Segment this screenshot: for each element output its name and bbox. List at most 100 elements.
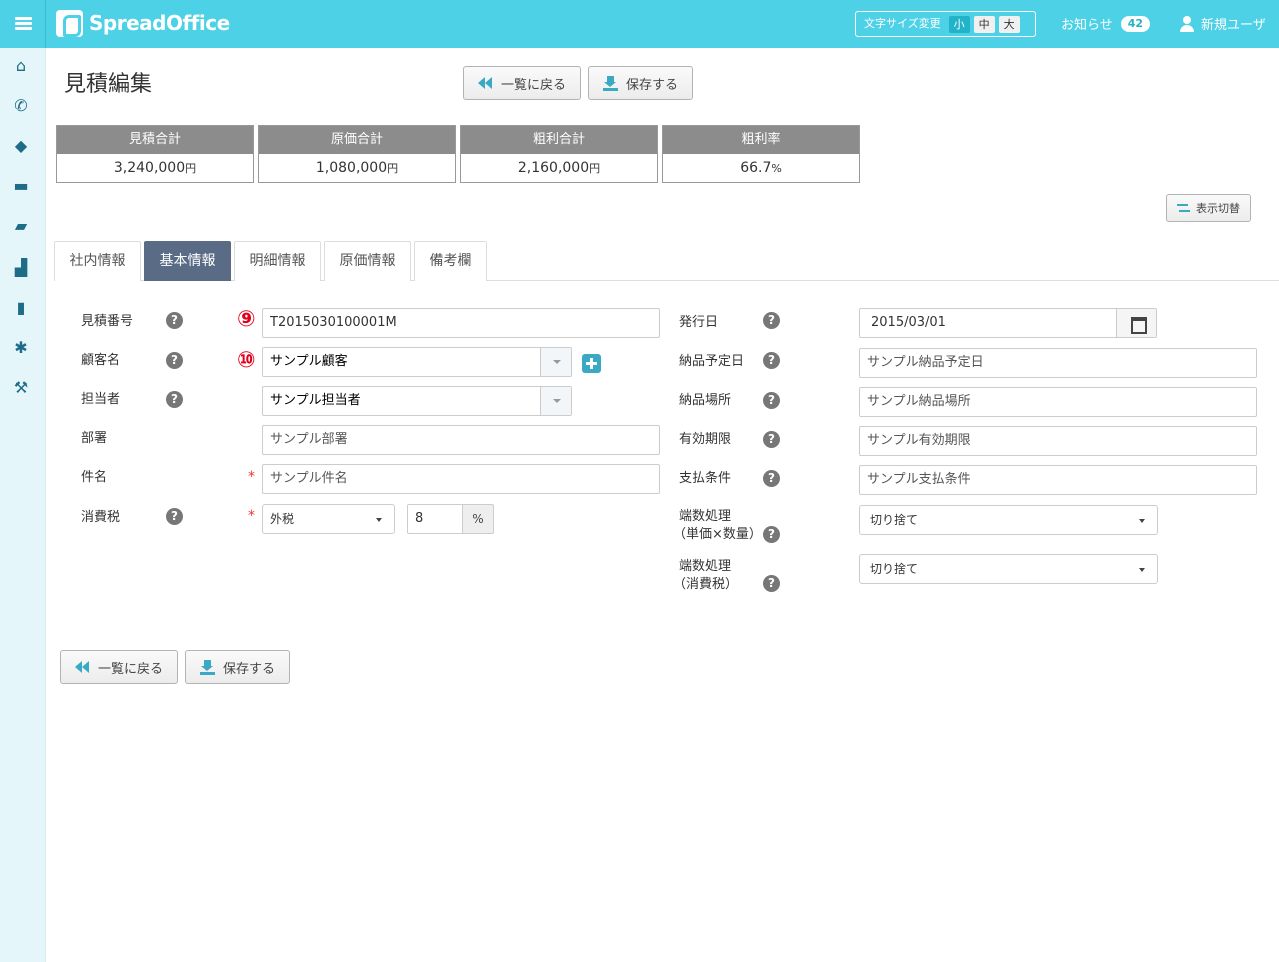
file-icon[interactable]: ▮: [11, 298, 31, 318]
summary-estimate-total: 見積合計 3,240,000円: [56, 125, 254, 183]
save-button-bottom[interactable]: 保存する: [185, 650, 290, 684]
display-toggle-button[interactable]: 表示切替: [1166, 194, 1251, 222]
summary-value: 66.7%: [740, 160, 782, 176]
issue-date-value: 2015/03/01: [871, 315, 946, 330]
save-label: 保存する: [222, 661, 275, 677]
tab-detail-info[interactable]: 明細情報: [234, 241, 321, 281]
summary-label: 原価合計: [259, 126, 455, 154]
save-button[interactable]: 保存する: [588, 66, 693, 100]
help-icon[interactable]: ?: [763, 392, 780, 409]
help-icon[interactable]: ?: [166, 391, 183, 408]
rounding-unit-label-line1: 端数処理: [679, 509, 732, 524]
home-icon[interactable]: ⌂: [11, 56, 31, 76]
help-icon[interactable]: ?: [763, 312, 780, 329]
payment-terms-input[interactable]: サンプル支払条件: [859, 465, 1257, 495]
summary-value: 2,160,000円: [517, 160, 601, 176]
summary-profit-rate: 粗利率 66.7%: [662, 125, 860, 183]
subject-input[interactable]: サンプル件名: [262, 464, 660, 494]
chevron-down-icon[interactable]: [540, 387, 571, 415]
help-icon[interactable]: ?: [763, 431, 780, 448]
chart-icon[interactable]: ▟: [11, 258, 31, 278]
estimate-no-input[interactable]: T2015030100001M: [262, 308, 660, 338]
chevron-down-icon[interactable]: [540, 348, 571, 376]
font-size-large-button[interactable]: 大: [998, 15, 1020, 33]
summary-label: 見積合計: [57, 126, 253, 154]
summary-profit-total: 粗利合計 2,160,000円: [460, 125, 658, 183]
menu-icon[interactable]: [0, 0, 46, 48]
rounding-unit-select[interactable]: 切り捨て: [859, 505, 1158, 535]
font-size-small-button[interactable]: 小: [948, 15, 970, 33]
issue-date-label: 発行日: [679, 315, 719, 330]
subject-label: 件名: [81, 470, 108, 485]
notice-link[interactable]: お知らせ 42: [1061, 14, 1151, 33]
page-title: 見積編集: [64, 72, 153, 97]
help-icon[interactable]: ?: [763, 526, 780, 543]
tab-cost-info[interactable]: 原価情報: [324, 241, 411, 281]
issue-date-input[interactable]: 2015/03/01: [859, 308, 1157, 338]
help-icon[interactable]: ?: [166, 312, 183, 329]
help-icon[interactable]: ?: [166, 508, 183, 525]
rounding-tax-label-line1: 端数処理: [679, 559, 732, 574]
tab-basic-info[interactable]: 基本情報: [144, 241, 231, 281]
summary-label: 粗利率: [663, 126, 859, 154]
wrench-icon[interactable]: ⚒: [11, 378, 31, 398]
font-size-medium-button[interactable]: 中: [973, 15, 995, 33]
save-label: 保存する: [625, 77, 678, 93]
tax-label: 消費税: [81, 510, 121, 525]
rounding-tax-value: 切り捨て: [870, 562, 919, 576]
summary-value: 1,080,000円: [315, 160, 399, 176]
help-icon[interactable]: ?: [166, 352, 183, 369]
staff-value: サンプル担当者: [270, 393, 361, 408]
add-customer-button[interactable]: [582, 354, 601, 373]
caret-down-icon: [376, 518, 382, 522]
toggle-label: 表示切替: [1196, 202, 1240, 215]
double-left-icon: [74, 661, 90, 673]
payment-terms-label: 支払条件: [679, 471, 732, 486]
folder-icon[interactable]: ▰: [11, 216, 31, 236]
delivery-place-label: 納品場所: [679, 393, 732, 408]
tab-notes[interactable]: 備考欄: [414, 241, 487, 281]
font-size-label: 文字サイズ変更: [864, 17, 941, 30]
back-to-list-button-bottom[interactable]: 一覧に戻る: [60, 650, 178, 684]
gear-icon[interactable]: ✱: [11, 338, 31, 358]
staff-select[interactable]: サンプル担当者: [262, 386, 572, 416]
user-name: 新規ユーザ: [1201, 18, 1266, 33]
swap-icon: [1177, 203, 1190, 214]
notice-count-badge: 42: [1120, 15, 1151, 32]
tags-icon[interactable]: ◆: [11, 136, 31, 156]
delivery-place-input[interactable]: サンプル納品場所: [859, 387, 1257, 417]
percent-addon: %: [462, 504, 494, 534]
tab-internal-info[interactable]: 社内情報: [54, 241, 141, 281]
download-icon: [602, 75, 618, 91]
tax-type-value: 外税: [270, 512, 295, 526]
calendar-icon[interactable]: [1116, 309, 1156, 337]
download-icon: [199, 659, 215, 675]
valid-period-input[interactable]: サンプル有効期限: [859, 426, 1257, 456]
sidebar: ⌂ ✆ ◆ ▬ ▰ ▟ ▮ ✱ ⚒: [0, 48, 46, 962]
summary-label: 粗利合計: [461, 126, 657, 154]
phone-icon[interactable]: ✆: [11, 96, 31, 116]
notice-label: お知らせ: [1061, 18, 1113, 33]
summary-cost-total: 原価合計 1,080,000円: [258, 125, 456, 183]
help-icon[interactable]: ?: [763, 575, 780, 592]
customer-select[interactable]: サンプル顧客: [262, 347, 572, 377]
app-logo[interactable]: SpreadOffice: [56, 8, 230, 38]
back-to-list-button[interactable]: 一覧に戻る: [463, 66, 581, 100]
rounding-tax-select[interactable]: 切り捨て: [859, 554, 1158, 584]
delivery-date-label: 納品予定日: [679, 354, 745, 369]
delivery-date-input[interactable]: サンプル納品予定日: [859, 348, 1257, 378]
help-icon[interactable]: ?: [763, 352, 780, 369]
caret-down-icon: [1139, 568, 1145, 572]
tax-type-select[interactable]: 外税: [262, 504, 395, 534]
help-icon[interactable]: ?: [763, 470, 780, 487]
annotation-marker: ⑨: [237, 307, 256, 332]
back-label: 一覧に戻る: [97, 661, 163, 677]
rounding-unit-value: 切り捨て: [870, 513, 919, 527]
double-left-icon: [477, 77, 493, 89]
card-icon[interactable]: ▬: [11, 176, 31, 196]
required-mark: *: [248, 469, 255, 485]
department-input[interactable]: サンプル部署: [262, 425, 660, 455]
valid-period-label: 有効期限: [679, 432, 732, 447]
user-menu[interactable]: 新規ユーザ: [1179, 14, 1266, 33]
tax-rate-input[interactable]: 8: [407, 504, 463, 534]
